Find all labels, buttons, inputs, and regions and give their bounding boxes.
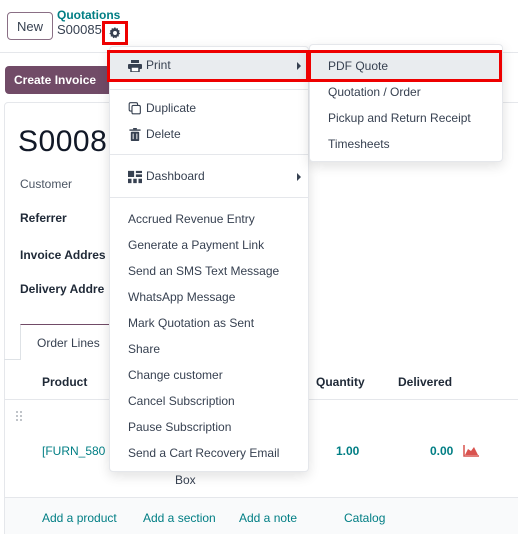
- submenu-item-pickup-return-receipt[interactable]: Pickup and Return Receipt: [328, 111, 471, 125]
- record-title: S0008: [18, 125, 108, 158]
- tab-order-lines[interactable]: Order Lines: [20, 324, 120, 360]
- menu-item-whatsapp-message[interactable]: WhatsApp Message: [128, 290, 235, 304]
- uom-cell: Box: [175, 473, 196, 487]
- gear-action-button[interactable]: [102, 21, 128, 45]
- field-label-delivery-address: Delivery Addre: [20, 282, 105, 296]
- dashboard-icon: [128, 170, 142, 183]
- menu-item-dashboard[interactable]: Dashboard: [128, 169, 205, 184]
- add-product-link[interactable]: Add a product: [42, 511, 117, 525]
- breadcrumb-current-record: S00085: [57, 22, 102, 37]
- column-header-product[interactable]: Product: [42, 375, 87, 389]
- delivered-cell: 0.00: [430, 444, 454, 458]
- menu-item-share[interactable]: Share: [128, 342, 160, 356]
- menu-divider: [110, 154, 308, 155]
- tab-divider: [4, 359, 20, 360]
- quantity-cell[interactable]: 1.00: [336, 444, 359, 458]
- field-label-invoice-address: Invoice Addres: [20, 248, 106, 262]
- menu-item-label: Dashboard: [146, 169, 205, 183]
- breadcrumb-quotations[interactable]: Quotations: [57, 8, 120, 22]
- menu-item-send-sms[interactable]: Send an SMS Text Message: [128, 264, 279, 278]
- menu-item-generate-payment-link[interactable]: Generate a Payment Link: [128, 238, 264, 252]
- highlight-box-print: [107, 50, 311, 82]
- area-chart-icon[interactable]: [463, 445, 479, 457]
- menu-item-cart-recovery-email[interactable]: Send a Cart Recovery Email: [128, 446, 279, 460]
- drag-handle-icon[interactable]: [16, 411, 24, 421]
- gear-icon: [109, 27, 121, 39]
- menu-item-label: Delete: [146, 127, 181, 141]
- column-header-quantity[interactable]: Quantity: [316, 375, 365, 389]
- product-cell[interactable]: [FURN_580: [42, 444, 105, 458]
- menu-item-duplicate[interactable]: Duplicate: [128, 101, 196, 115]
- new-button[interactable]: New: [7, 12, 53, 40]
- add-section-link[interactable]: Add a section: [143, 511, 216, 525]
- create-invoice-button[interactable]: Create Invoice: [5, 66, 117, 94]
- menu-item-mark-as-sent[interactable]: Mark Quotation as Sent: [128, 316, 254, 330]
- submenu-item-timesheets[interactable]: Timesheets: [328, 137, 390, 151]
- trash-icon: [129, 128, 141, 142]
- menu-divider: [110, 197, 308, 198]
- menu-item-accrued-revenue-entry[interactable]: Accrued Revenue Entry: [128, 212, 255, 226]
- menu-item-change-customer[interactable]: Change customer: [128, 368, 223, 382]
- menu-item-cancel-subscription[interactable]: Cancel Subscription: [128, 394, 235, 408]
- copy-icon: [128, 102, 141, 115]
- submenu-caret-icon: [297, 173, 301, 181]
- menu-item-delete[interactable]: Delete: [128, 127, 181, 142]
- field-label-referrer: Referrer: [20, 211, 67, 225]
- tab-label: Order Lines: [37, 335, 100, 350]
- submenu-item-quotation-order[interactable]: Quotation / Order: [328, 85, 421, 99]
- catalog-link[interactable]: Catalog: [344, 511, 385, 525]
- menu-item-label: Duplicate: [146, 101, 197, 115]
- menu-divider: [110, 89, 308, 90]
- menu-item-pause-subscription[interactable]: Pause Subscription: [128, 420, 231, 434]
- highlight-box-pdf-quote: [306, 50, 502, 82]
- field-label-customer: Customer: [20, 177, 73, 191]
- column-header-delivered[interactable]: Delivered: [398, 375, 452, 389]
- add-note-link[interactable]: Add a note: [239, 511, 297, 525]
